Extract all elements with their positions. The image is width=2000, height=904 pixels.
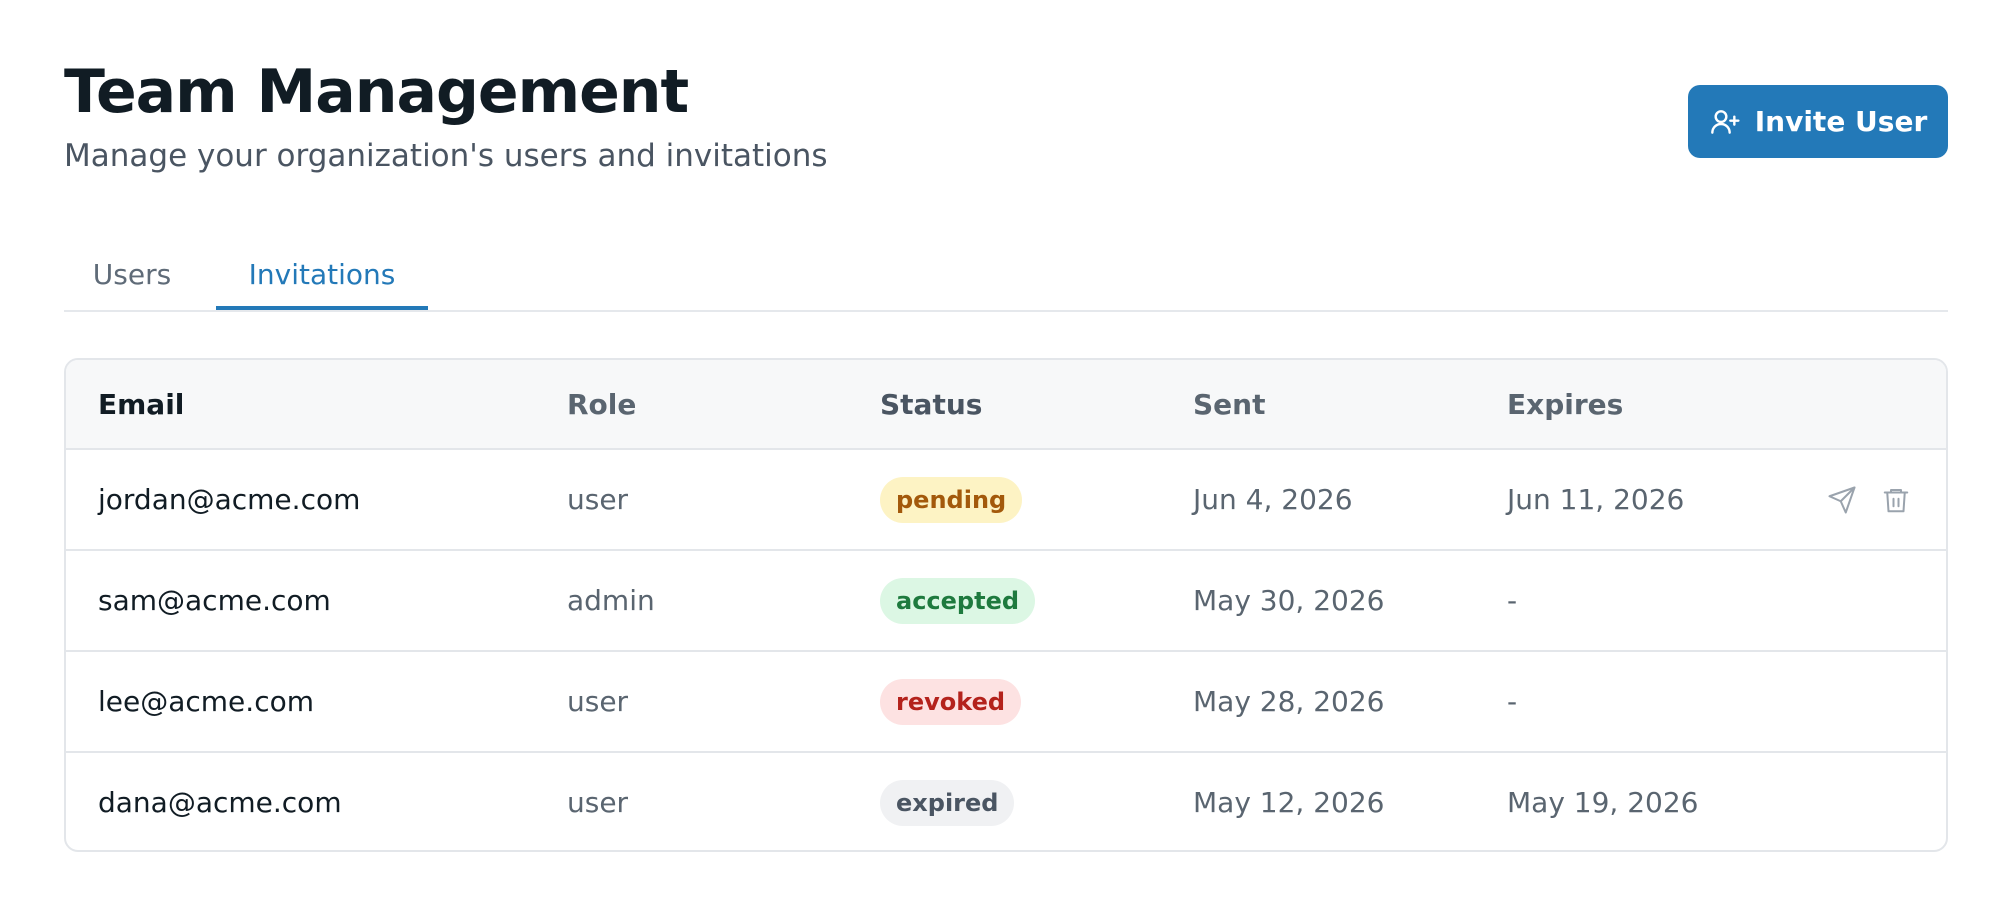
invite-user-button-label: Invite User	[1754, 105, 1928, 138]
status-cell: pending	[880, 450, 1023, 549]
email-cell: jordan@acme.com	[98, 483, 361, 516]
trash-icon[interactable]	[1880, 484, 1912, 516]
page-header: Team Management Manage your organization…	[64, 56, 1948, 186]
role-cell: admin	[567, 584, 655, 617]
expires-cell: -	[1507, 685, 1518, 718]
tab-bar: Users Invitations	[64, 240, 1948, 312]
column-header-email[interactable]: Email	[98, 360, 184, 448]
status-cell: accepted	[880, 551, 1036, 650]
status-badge: accepted	[880, 577, 1036, 624]
email-cell: sam@acme.com	[98, 584, 331, 617]
tab-users[interactable]: Users	[64, 240, 200, 308]
send-icon[interactable]	[1826, 484, 1858, 516]
column-header-role[interactable]: Role	[567, 360, 636, 448]
role-cell: user	[567, 483, 629, 516]
role-cell: user	[567, 786, 629, 819]
sent-cell: May 12, 2026	[1193, 786, 1385, 819]
invite-user-button[interactable]: Invite User	[1688, 85, 1948, 158]
sent-cell: May 28, 2026	[1193, 685, 1385, 718]
table-row: sam@acme.com admin accepted May 30, 2026…	[66, 551, 1946, 652]
table-header: Email Role Status Sent Expires	[66, 360, 1946, 450]
status-cell: expired	[880, 753, 1015, 850]
email-cell: lee@acme.com	[98, 685, 314, 718]
expires-cell: May 19, 2026	[1507, 786, 1699, 819]
sent-cell: May 30, 2026	[1193, 584, 1385, 617]
status-badge: pending	[880, 476, 1023, 523]
table-row: jordan@acme.com user pending Jun 4, 2026…	[66, 450, 1946, 551]
invitations-table: Email Role Status Sent Expires jordan@ac…	[64, 358, 1948, 852]
expires-cell: -	[1507, 584, 1518, 617]
expires-cell: Jun 11, 2026	[1507, 483, 1685, 516]
row-actions	[1826, 450, 1912, 549]
page-title: Team Management	[64, 57, 689, 127]
column-header-status[interactable]: Status	[880, 360, 982, 448]
tab-invitations[interactable]: Invitations	[216, 240, 428, 310]
page-subtitle: Manage your organization's users and inv…	[64, 138, 828, 174]
sent-cell: Jun 4, 2026	[1193, 483, 1353, 516]
table-row: lee@acme.com user revoked May 28, 2026 -	[66, 652, 1946, 753]
email-cell: dana@acme.com	[98, 786, 342, 819]
status-badge: expired	[880, 779, 1015, 826]
status-cell: revoked	[880, 652, 1022, 751]
column-header-sent[interactable]: Sent	[1193, 360, 1265, 448]
status-badge: revoked	[880, 678, 1022, 725]
role-cell: user	[567, 685, 629, 718]
table-row: dana@acme.com user expired May 12, 2026 …	[66, 753, 1946, 850]
column-header-expires[interactable]: Expires	[1507, 360, 1623, 448]
team-management-page: Team Management Manage your organization…	[64, 0, 1948, 904]
user-plus-icon	[1709, 106, 1741, 138]
